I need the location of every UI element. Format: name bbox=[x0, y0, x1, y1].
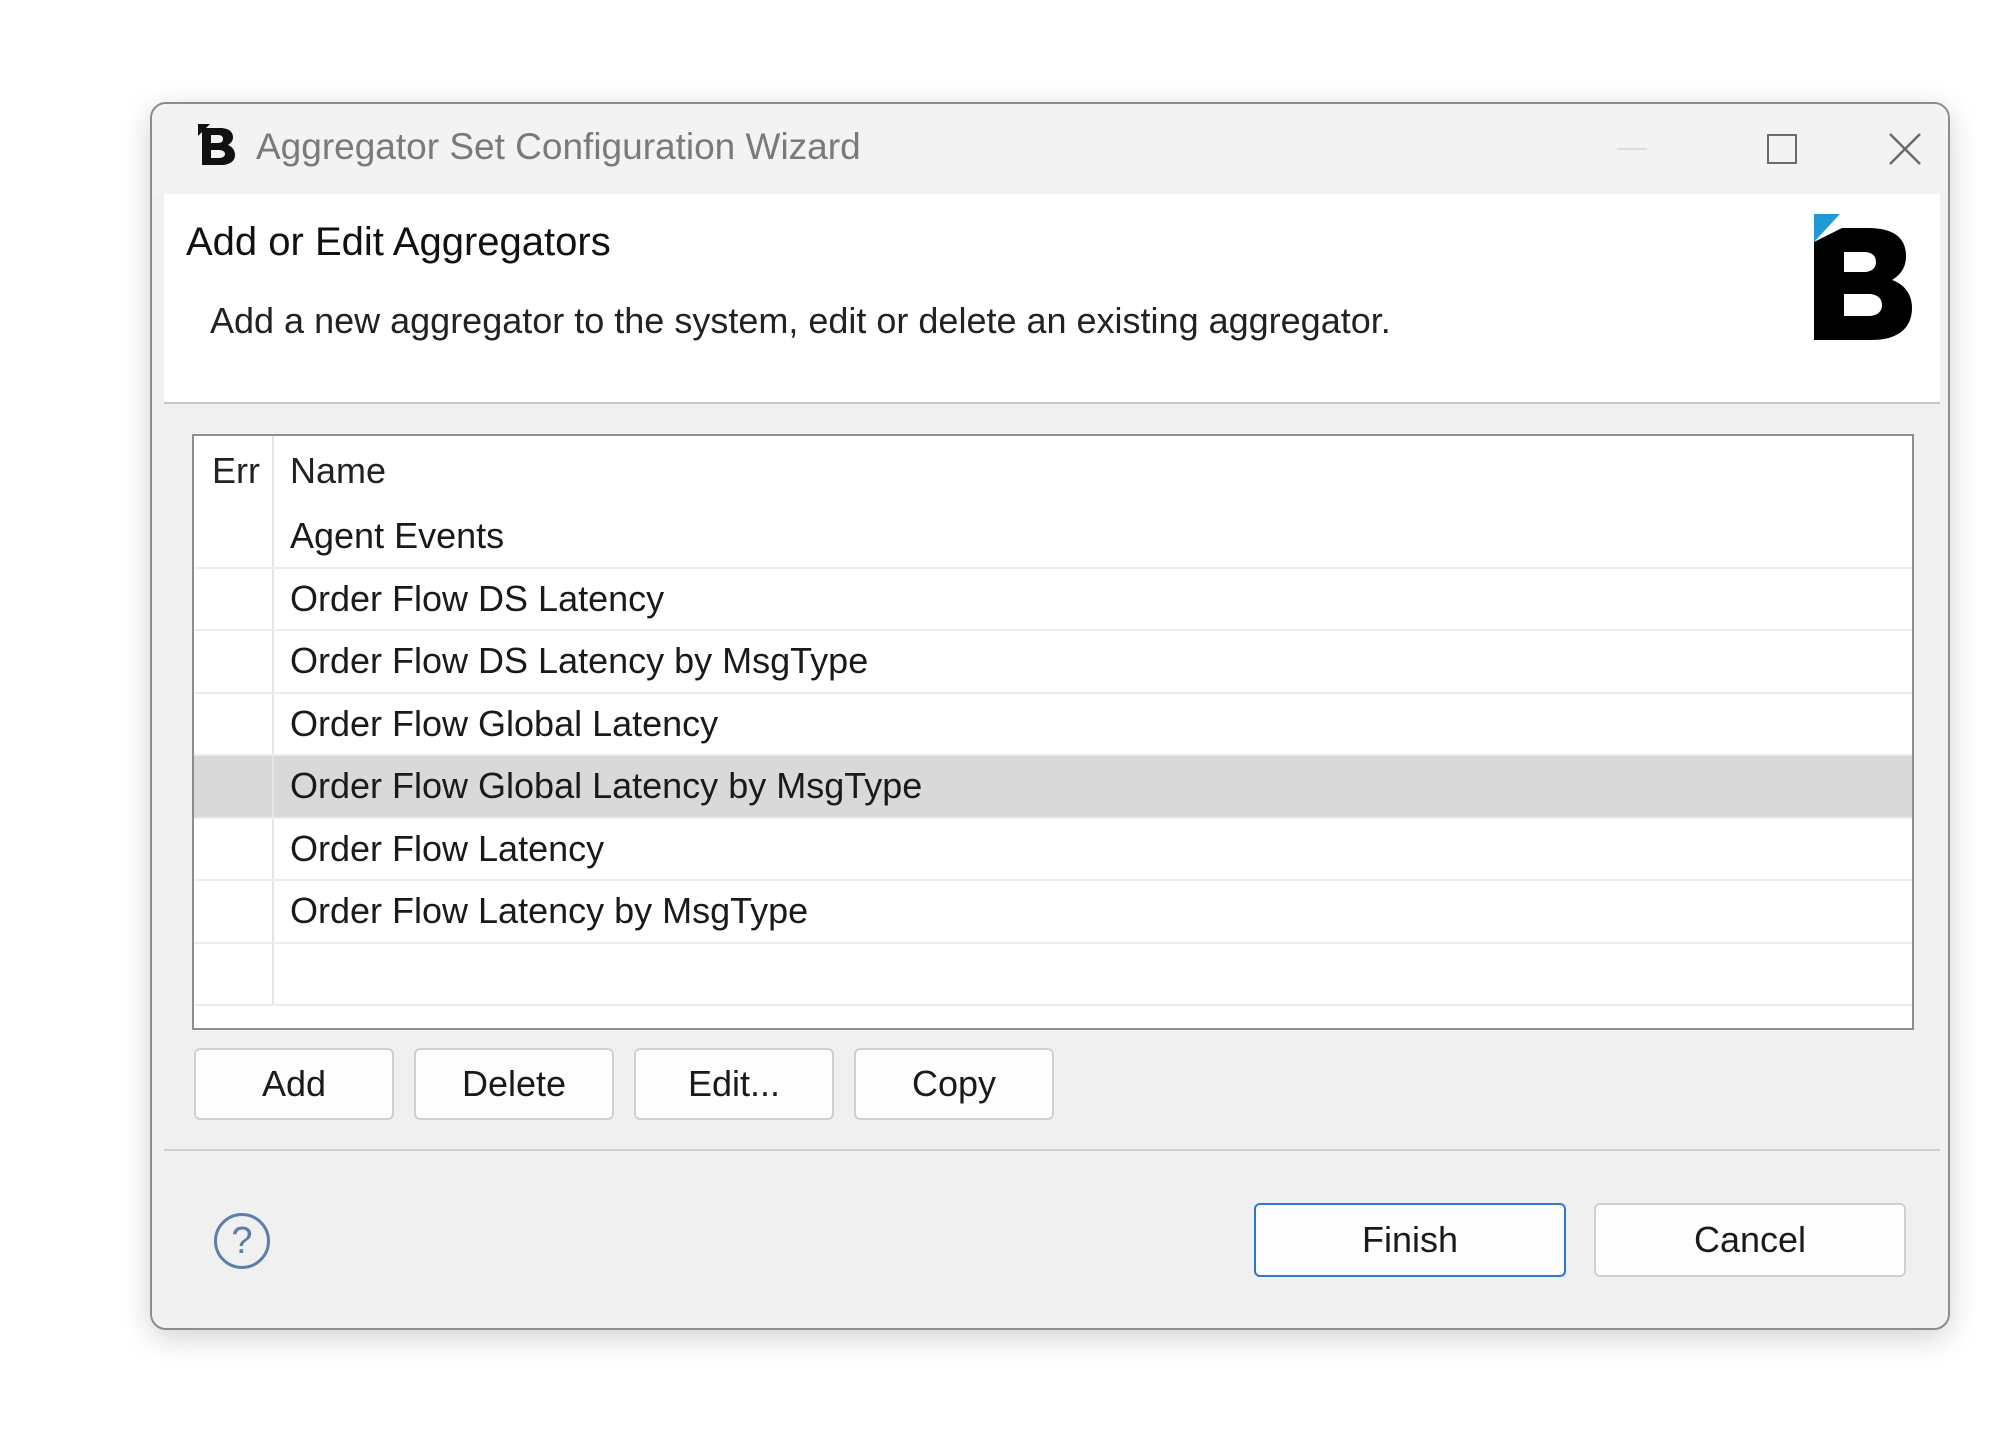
err-cell bbox=[194, 881, 274, 942]
name-cell: Order Flow DS Latency bbox=[290, 577, 665, 619]
err-cell bbox=[194, 943, 274, 1004]
cancel-button[interactable]: Cancel bbox=[1594, 1203, 1906, 1277]
table-row[interactable]: Order Flow DS Latency bbox=[194, 568, 1912, 631]
help-icon[interactable]: ? bbox=[214, 1213, 270, 1269]
table-row[interactable]: Order Flow Latency by MsgType bbox=[194, 881, 1912, 944]
b-logo-icon bbox=[198, 124, 235, 165]
add-button[interactable]: Add bbox=[194, 1048, 394, 1120]
err-cell bbox=[194, 568, 274, 629]
edit-button[interactable]: Edit... bbox=[634, 1048, 834, 1120]
table-action-bar: Add Delete Edit... Copy bbox=[194, 1048, 1054, 1120]
maximize-button[interactable] bbox=[1707, 104, 1857, 194]
err-cell bbox=[194, 693, 274, 754]
aggregator-table[interactable]: Err Name Agent Events Order Flow DS Late… bbox=[192, 434, 1914, 1030]
err-cell bbox=[194, 631, 274, 692]
name-cell: Order Flow Latency bbox=[290, 827, 605, 869]
name-cell: Order Flow DS Latency by MsgType bbox=[290, 640, 869, 682]
minimize-icon bbox=[1617, 148, 1647, 150]
err-cell bbox=[194, 756, 274, 817]
copy-button[interactable]: Copy bbox=[854, 1048, 1054, 1120]
b-brand-logo-icon bbox=[1814, 214, 1912, 340]
err-cell bbox=[194, 506, 274, 567]
table-row-empty[interactable] bbox=[194, 943, 1912, 1006]
window-title: Aggregator Set Configuration Wizard bbox=[256, 126, 861, 167]
table-row-selected[interactable]: Order Flow Global Latency by MsgType bbox=[194, 756, 1912, 819]
table-row[interactable]: Agent Events bbox=[194, 506, 1912, 569]
title-bar[interactable]: Aggregator Set Configuration Wizard bbox=[152, 104, 1948, 194]
name-cell: Order Flow Global Latency by MsgType bbox=[290, 765, 923, 807]
column-header-err[interactable]: Err bbox=[194, 436, 274, 506]
table-header: Err Name bbox=[194, 436, 1912, 506]
table-row[interactable]: Order Flow Latency bbox=[194, 818, 1912, 881]
delete-button[interactable]: Delete bbox=[414, 1048, 614, 1120]
page-title: Add or Edit Aggregators bbox=[186, 220, 611, 264]
name-cell: Order Flow Latency by MsgType bbox=[290, 890, 809, 932]
table-rows: Agent Events Order Flow DS Latency Order… bbox=[194, 506, 1912, 1006]
close-button[interactable] bbox=[1857, 104, 1948, 194]
wizard-footer: ? Finish Cancel bbox=[164, 1149, 1940, 1328]
finish-button[interactable]: Finish bbox=[1254, 1203, 1566, 1277]
wizard-dialog: Aggregator Set Configuration Wizard Add … bbox=[150, 102, 1950, 1330]
table-row[interactable]: Order Flow Global Latency bbox=[194, 693, 1912, 756]
column-header-name[interactable]: Name bbox=[274, 450, 386, 492]
minimize-button[interactable] bbox=[1557, 104, 1707, 194]
name-cell: Order Flow Global Latency bbox=[290, 702, 719, 744]
table-row[interactable]: Order Flow DS Latency by MsgType bbox=[194, 631, 1912, 694]
name-cell: Agent Events bbox=[290, 515, 505, 557]
maximize-icon bbox=[1767, 134, 1797, 164]
err-cell bbox=[194, 818, 274, 879]
page-description: Add a new aggregator to the system, edit… bbox=[210, 300, 1391, 341]
close-icon bbox=[1888, 133, 1921, 165]
wizard-header: Add or Edit Aggregators Add a new aggreg… bbox=[164, 194, 1940, 404]
